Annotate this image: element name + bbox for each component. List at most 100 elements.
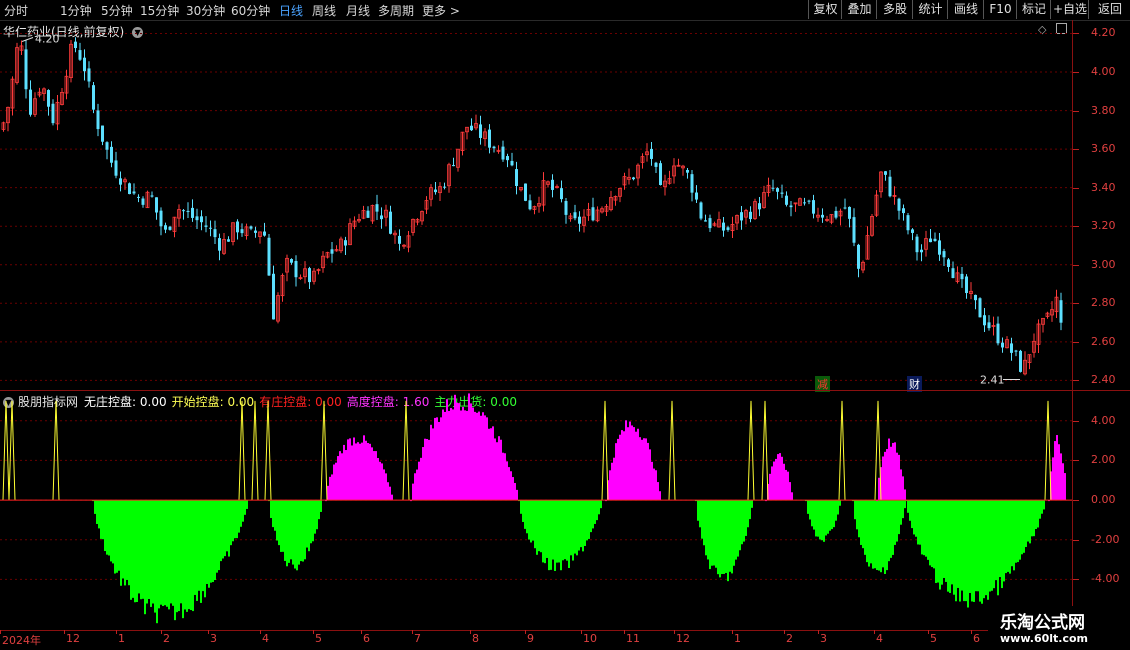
candle-body bbox=[263, 231, 266, 236]
indicator-bar bbox=[482, 412, 484, 501]
period-tab-4[interactable]: 30分钟 bbox=[186, 2, 225, 19]
indicator-bar bbox=[371, 447, 373, 501]
indicator-bar bbox=[1060, 453, 1062, 501]
indicator-bar bbox=[224, 500, 226, 557]
indicator-bar bbox=[466, 410, 468, 501]
indicator-bar bbox=[442, 409, 444, 501]
period-tab-7[interactable]: 周线 bbox=[312, 2, 336, 19]
candle-body bbox=[560, 188, 563, 200]
indicator-bar bbox=[902, 500, 904, 519]
indicator-bar bbox=[735, 500, 737, 560]
indicator-bar bbox=[389, 486, 391, 501]
indicator-chart[interactable] bbox=[0, 391, 1072, 629]
time-tick-mark bbox=[624, 630, 625, 634]
indicator-bar bbox=[866, 500, 868, 563]
indicator-bar bbox=[286, 500, 288, 567]
indicator-bar bbox=[359, 443, 361, 501]
candle-body bbox=[92, 85, 95, 110]
indicator-bar bbox=[890, 500, 892, 558]
indicator-bar bbox=[110, 500, 112, 562]
indicator-bar bbox=[641, 439, 643, 501]
indicator-bar bbox=[375, 451, 377, 501]
indicator-bar bbox=[294, 500, 296, 569]
indicator-bar bbox=[444, 411, 446, 501]
indicator-bar bbox=[900, 469, 902, 501]
indicator-bar bbox=[915, 500, 917, 537]
indicator-bar bbox=[896, 500, 898, 542]
time-tick-mark bbox=[412, 630, 413, 634]
indicator-bar bbox=[864, 500, 866, 555]
indicator-bar bbox=[1003, 500, 1005, 582]
time-tick-label: 9 bbox=[527, 632, 534, 645]
period-tab-0[interactable]: 分时 bbox=[4, 2, 28, 19]
price-tick-label: 3.00 bbox=[1091, 257, 1116, 271]
kline-panel[interactable]: 华仁药业(日线,前复权) ▼ ◇ 4.20 2.41 减 财 bbox=[0, 20, 1072, 392]
period-tab-10[interactable]: 更多 > bbox=[422, 2, 460, 19]
indicator-bar bbox=[1005, 500, 1007, 574]
toolbar-button-2[interactable]: 多股 bbox=[876, 0, 913, 19]
period-toolbar: 分时 1分钟 5分钟 15分钟 30分钟 60分钟 日线 周线 月线 多周期 更多 > 复权 叠加 多股统… bbox=[0, 0, 1130, 21]
indicator-bar bbox=[480, 415, 482, 501]
indicator-bar bbox=[166, 500, 168, 607]
indicator-bar bbox=[152, 500, 154, 604]
toolbar-button-3[interactable]: 统计 bbox=[912, 0, 948, 19]
indicator-bar bbox=[114, 500, 116, 574]
time-tick-label: 12 bbox=[676, 632, 690, 645]
time-tick-mark bbox=[674, 630, 675, 634]
candle-body bbox=[488, 129, 491, 148]
indicator-bar bbox=[983, 500, 985, 599]
toolbar-button-7[interactable]: +自选 bbox=[1050, 0, 1089, 19]
indicator-bar bbox=[884, 451, 886, 501]
price-tick-mark bbox=[1073, 33, 1079, 35]
time-tick-label: 2 bbox=[163, 632, 170, 645]
indicator-bar bbox=[578, 500, 580, 551]
candle-body bbox=[740, 212, 743, 221]
period-tab-5[interactable]: 60分钟 bbox=[231, 2, 270, 19]
period-tab-3[interactable]: 15分钟 bbox=[140, 2, 179, 19]
candle-body bbox=[119, 178, 122, 185]
indicator-bar bbox=[703, 500, 705, 546]
toolbar-button-5[interactable]: F10 bbox=[983, 0, 1017, 19]
indicator-bar bbox=[244, 500, 246, 515]
indicator-bar bbox=[202, 500, 204, 592]
toolbar-button-8[interactable]: 返回 bbox=[1088, 0, 1130, 19]
indicator-bar bbox=[440, 417, 442, 501]
indicator-bar bbox=[904, 500, 906, 509]
toolbar-button-6[interactable]: 标记 bbox=[1016, 0, 1051, 19]
indicator-bar bbox=[584, 500, 586, 546]
indicator-bar bbox=[377, 458, 379, 501]
period-tab-9[interactable]: 多周期 bbox=[378, 2, 414, 19]
indicator-bar bbox=[876, 500, 878, 571]
indicator-tick-label: 4.00 bbox=[1091, 413, 1116, 427]
indicator-bar bbox=[705, 500, 707, 556]
indicator-bar bbox=[729, 500, 731, 572]
indicator-bar bbox=[108, 500, 110, 556]
candlestick-chart[interactable]: 4.20 2.41 bbox=[0, 20, 1072, 390]
candle-body bbox=[47, 90, 50, 107]
indicator-bar bbox=[156, 500, 158, 624]
price-tick-label: 2.60 bbox=[1091, 334, 1116, 348]
indicator-bar bbox=[1035, 500, 1037, 530]
toolbar-button-1[interactable]: 叠加 bbox=[841, 0, 877, 19]
time-tick-mark bbox=[971, 630, 972, 634]
toolbar-button-0[interactable]: 复权 bbox=[808, 0, 842, 19]
indicator-bar bbox=[697, 500, 699, 521]
indicator-bar bbox=[904, 489, 906, 501]
time-tick-label: 1 bbox=[734, 632, 741, 645]
indicator-bar bbox=[831, 500, 833, 530]
candle-body bbox=[987, 322, 991, 329]
period-tab-1[interactable]: 1分钟 bbox=[60, 2, 92, 19]
period-tab-6[interactable]: 日线 bbox=[279, 2, 303, 19]
toolbar-button-4[interactable]: 画线 bbox=[947, 0, 984, 19]
period-tab-2[interactable]: 5分钟 bbox=[101, 2, 133, 19]
indicator-bar bbox=[741, 500, 743, 545]
indicator-bar bbox=[367, 442, 369, 501]
indicator-bar bbox=[349, 438, 351, 501]
indicator-bar bbox=[713, 500, 715, 566]
indicator-bar bbox=[172, 500, 174, 606]
indicator-panel[interactable]: ▼ 股朋指标网 无庄控盘: 0.00 开始控盘: 0.00 有庄控盘: 0.00 高度控盘… bbox=[0, 391, 1072, 629]
indicator-tick-label: 2.00 bbox=[1091, 453, 1116, 467]
candle-body bbox=[159, 210, 163, 227]
indicator-bar bbox=[623, 431, 625, 501]
period-tab-8[interactable]: 月线 bbox=[346, 2, 370, 19]
